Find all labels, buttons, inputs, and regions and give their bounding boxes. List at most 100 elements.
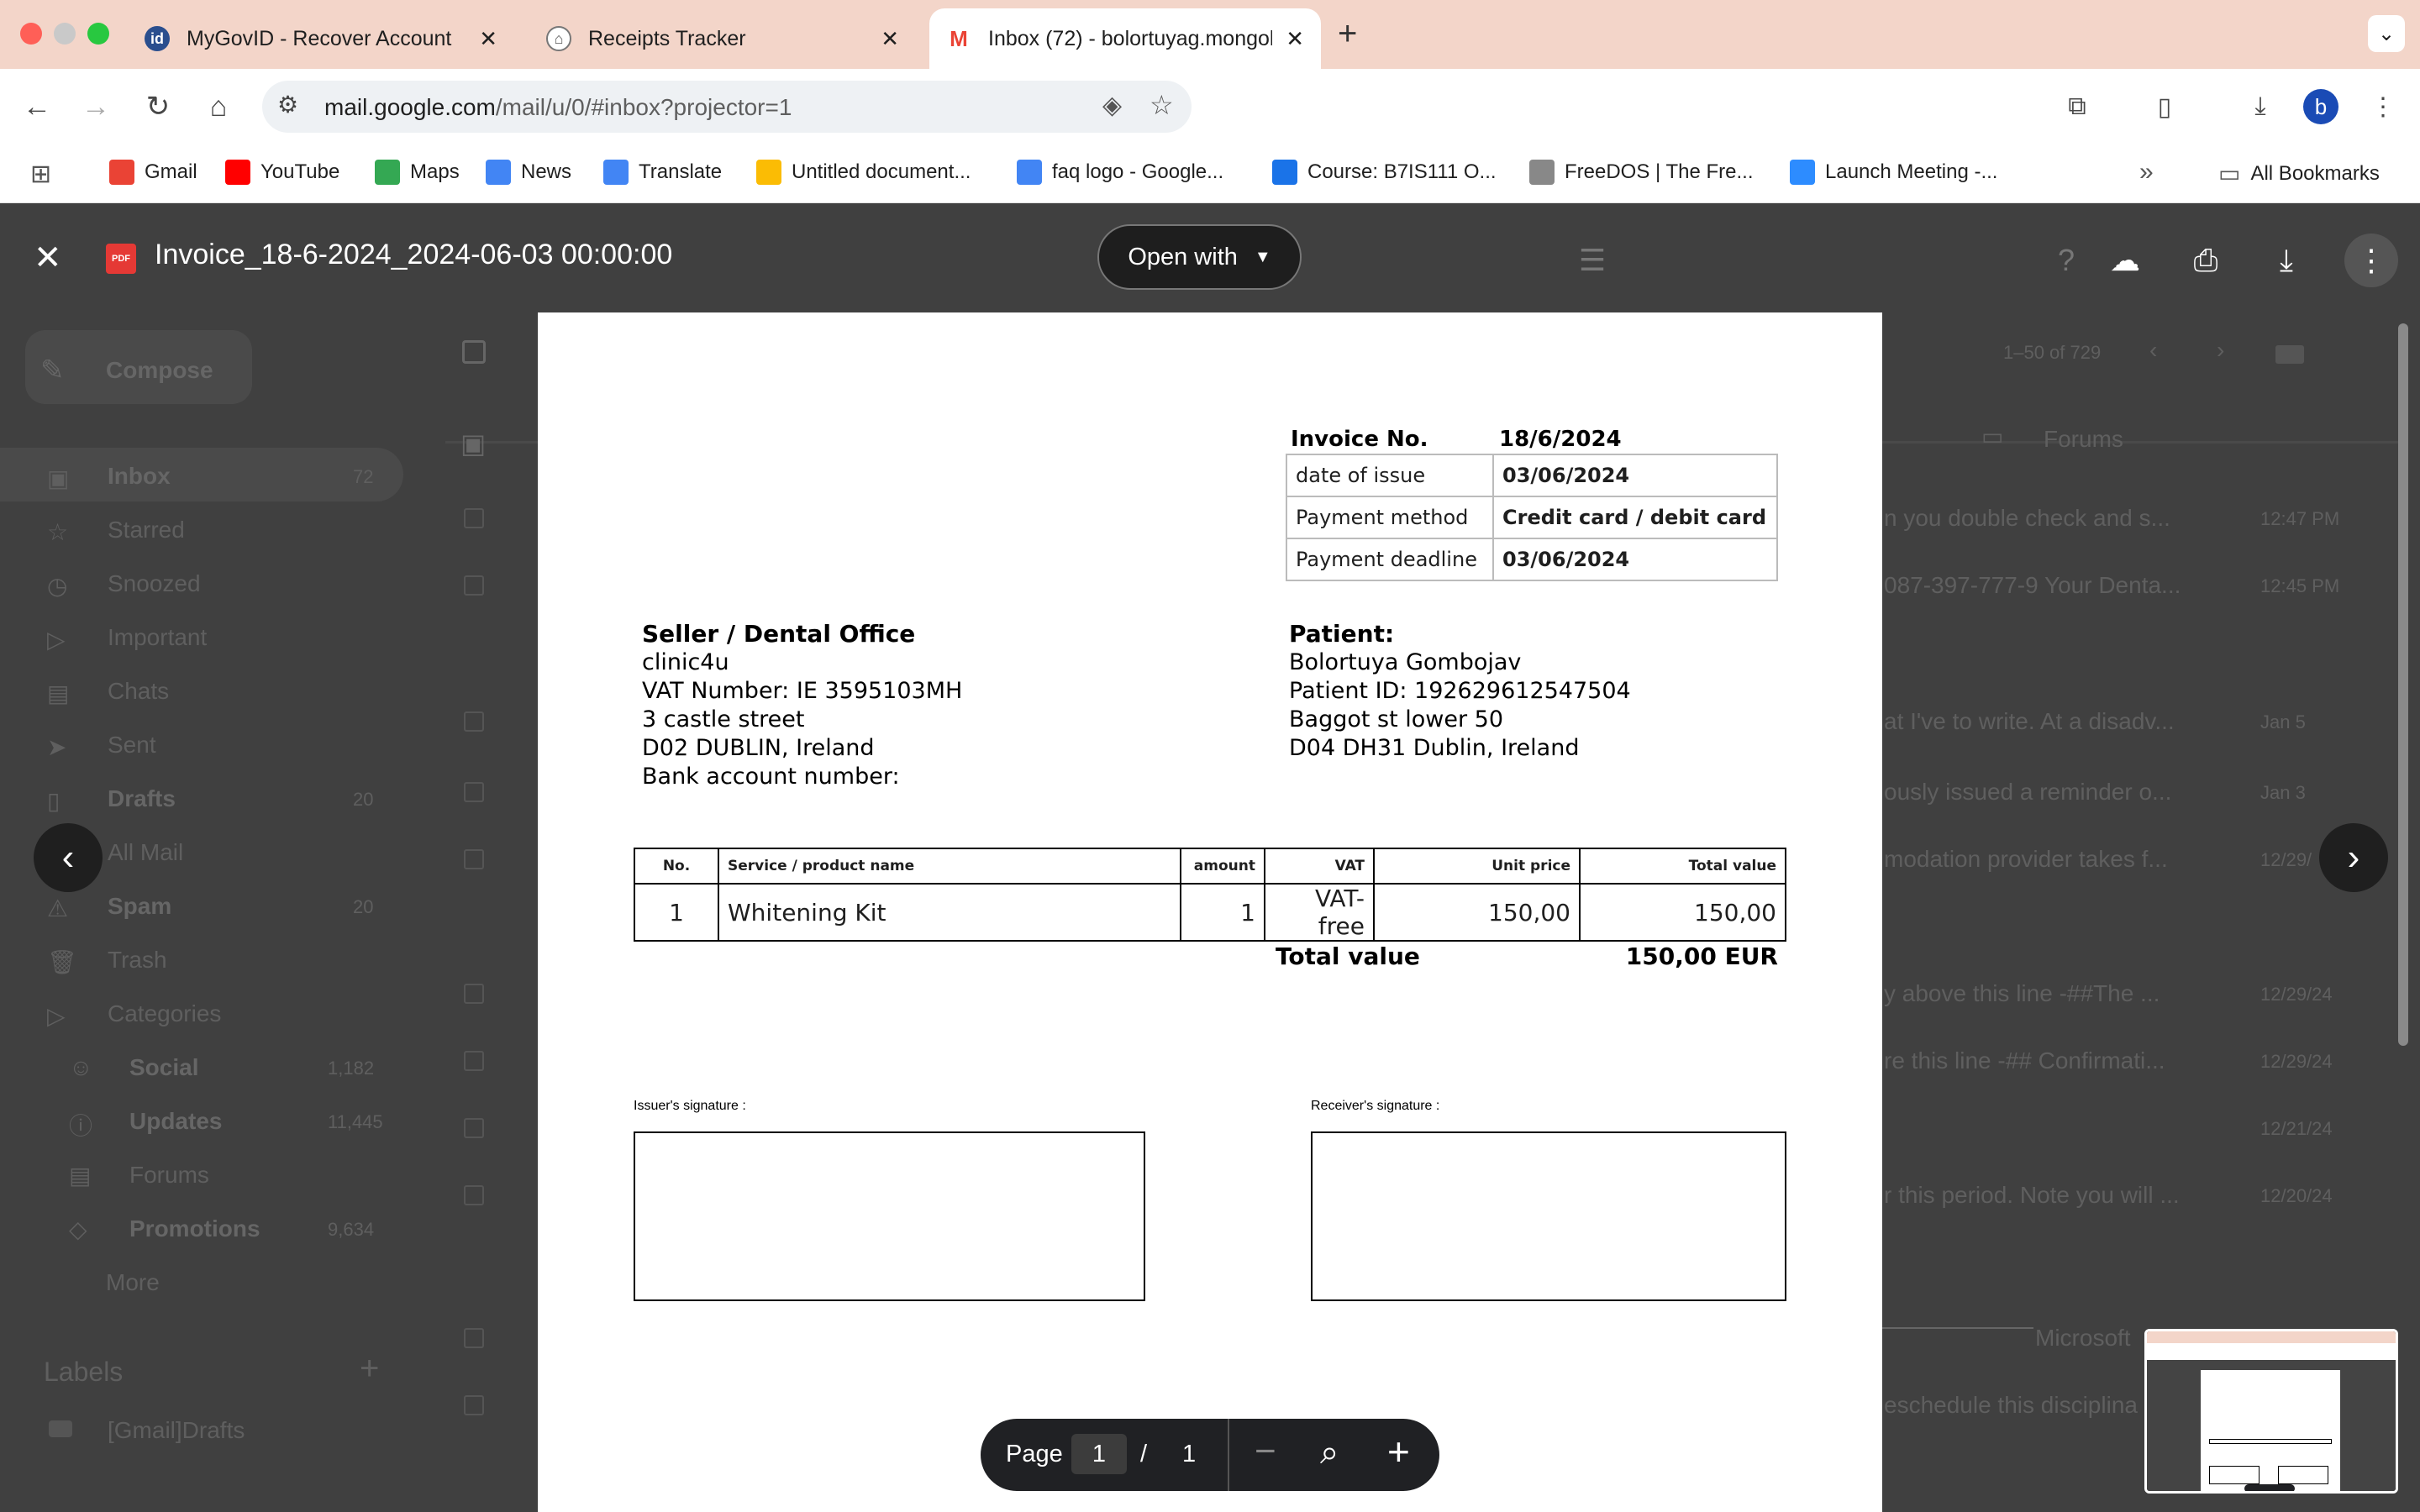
add-to-drive-icon[interactable]: ☁ (2104, 239, 2146, 281)
nav-item-chats[interactable]: Chats (108, 678, 169, 705)
nav-item-categories[interactable]: Categories (108, 1000, 221, 1027)
nav-item-important[interactable]: Important (108, 624, 207, 651)
maximize-window-button[interactable] (87, 23, 109, 45)
browser-menu-icon[interactable]: ⋮ (2363, 87, 2403, 127)
bookmark-item[interactable]: faq logo - Google... (1017, 160, 1223, 185)
close-window-button[interactable] (20, 23, 42, 45)
category-social[interactable]: Social (129, 1054, 198, 1081)
reload-icon[interactable]: ↻ (138, 87, 178, 127)
tab-search-chevron-down-icon[interactable]: ⌄ (2368, 15, 2405, 52)
forums-tab-icon[interactable]: ▭ (1981, 423, 2003, 450)
nav-item-all-mail[interactable]: All Mail (108, 839, 183, 866)
site-info-icon[interactable]: ⚙ (277, 91, 298, 118)
bookmark-item[interactable]: Maps (375, 160, 460, 185)
zoom-in-icon[interactable]: + (1387, 1429, 1410, 1474)
browser-tab-gmail[interactable]: M Inbox (72) - bolortuyag.mongolia@gmail… (929, 8, 1321, 69)
browser-tab-receipts[interactable]: ⌂ Receipts Tracker ✕ (529, 8, 916, 69)
row-checkbox[interactable] (464, 849, 484, 869)
primary-tab-icon[interactable]: ▣ (460, 428, 486, 459)
email-snippet[interactable]: modation provider takes f... (1884, 846, 2168, 873)
nav-more[interactable]: More (106, 1269, 160, 1296)
more-bookmarks-icon[interactable]: » (2139, 158, 2154, 186)
close-tab-icon[interactable]: ✕ (1286, 26, 1304, 52)
viewer-scrollbar[interactable] (2398, 323, 2408, 1046)
row-checkbox[interactable] (464, 1051, 484, 1071)
nav-item-inbox[interactable]: Inbox (108, 463, 171, 490)
apps-grid-icon[interactable]: ⊞ (30, 160, 51, 189)
all-bookmarks-button[interactable]: ▭ All Bookmarks (2218, 160, 2380, 187)
next-file-chevron-right-icon[interactable]: › (2319, 823, 2388, 892)
category-promotions[interactable]: Promotions (129, 1215, 260, 1242)
home-icon[interactable]: ⌂ (198, 87, 239, 127)
next-page-icon[interactable]: › (2217, 337, 2224, 364)
bookmark-item[interactable]: Translate (603, 160, 722, 185)
extensions-icon[interactable]: ⧉ (2057, 87, 2097, 127)
email-snippet[interactable]: Microsoft (2035, 1325, 2131, 1352)
row-checkbox[interactable] (464, 1395, 484, 1415)
prev-page-icon[interactable]: ‹ (2149, 337, 2157, 364)
row-checkbox[interactable] (464, 711, 484, 732)
category-forums[interactable]: Forums (129, 1162, 209, 1189)
email-snippet[interactable]: eschedule this disciplina (1884, 1392, 2138, 1419)
category-updates[interactable]: Updates (129, 1108, 222, 1135)
profile-avatar[interactable]: b (2301, 87, 2341, 127)
lens-icon[interactable]: ◈ (1102, 91, 1122, 120)
nav-item-snoozed[interactable]: Snoozed (108, 570, 201, 597)
row-checkbox[interactable] (464, 508, 484, 528)
input-tools-icon[interactable] (2275, 345, 2304, 364)
bookmark-item[interactable]: Course: B7IS111 O... (1272, 160, 1497, 185)
email-snippet[interactable]: n you double check and s... (1884, 505, 2170, 532)
bookmark-item[interactable]: Launch Meeting -... (1790, 160, 1997, 185)
screen-thumbnail[interactable] (2144, 1329, 2398, 1494)
browser-tab-mygovid[interactable]: id MyGovID - Recover Account ✕ (128, 8, 514, 69)
label-item[interactable]: [Gmail]Drafts (108, 1417, 245, 1444)
email-snippet[interactable]: at I've to write. At a disadv... (1884, 708, 2175, 735)
back-arrow-icon[interactable]: ← (17, 87, 57, 127)
tab-forums[interactable]: Forums (2044, 426, 2123, 453)
row-checkbox[interactable] (464, 984, 484, 1004)
bookmark-item[interactable]: FreeDOS | The Fre... (1529, 160, 1754, 185)
previous-file-chevron-left-icon[interactable]: ‹ (34, 823, 103, 892)
adjust-sliders-icon[interactable]: ☰ (1571, 239, 1613, 281)
email-snippet[interactable]: re this line -## Confirmati... (1884, 1047, 2165, 1074)
close-tab-icon[interactable]: ✕ (881, 26, 899, 52)
compose-button[interactable]: Compose (106, 357, 213, 384)
bookmark-item[interactable]: YouTube (225, 160, 339, 185)
nav-item-trash[interactable]: Trash (108, 947, 167, 974)
row-checkbox[interactable] (464, 1185, 484, 1205)
email-snippet[interactable]: ously issued a reminder o... (1884, 779, 2171, 806)
add-label-icon[interactable]: + (360, 1350, 379, 1388)
close-viewer-icon[interactable]: ✕ (34, 239, 62, 277)
bookmark-item[interactable]: News (486, 160, 571, 185)
select-all-checkbox[interactable] (462, 340, 486, 364)
new-tab-button[interactable]: + (1338, 15, 1357, 53)
close-tab-icon[interactable]: ✕ (479, 26, 497, 52)
nav-item-drafts[interactable]: Drafts (108, 785, 176, 812)
minimize-window-button[interactable] (54, 23, 76, 45)
reading-mode-icon[interactable]: ▯ (2144, 87, 2185, 127)
email-snippet[interactable]: 087-397-777-9 Your Denta... (1884, 572, 2181, 599)
download-file-icon[interactable]: ⤓ (2265, 239, 2307, 281)
download-icon[interactable]: ⤓ (2240, 87, 2281, 127)
url-text[interactable]: mail.google.com/mail/u/0/#inbox?projecto… (324, 94, 792, 121)
help-icon[interactable]: ? (2045, 239, 2087, 281)
row-checkbox[interactable] (464, 782, 484, 802)
row-checkbox[interactable] (464, 1328, 484, 1348)
nav-item-spam[interactable]: Spam (108, 893, 171, 920)
email-snippet[interactable]: r this period. Note you will ... (1884, 1182, 2180, 1209)
row-checkbox[interactable] (464, 575, 484, 596)
address-bar[interactable]: ⚙ mail.google.com/mail/u/0/#inbox?projec… (262, 81, 1192, 133)
forward-arrow-icon[interactable]: → (76, 87, 116, 127)
nav-item-starred[interactable]: Starred (108, 517, 185, 543)
bookmark-item[interactable]: Gmail (109, 160, 197, 185)
open-with-button[interactable]: Open with ▼ (1097, 224, 1302, 290)
print-icon[interactable]: ⎙ (2185, 239, 2227, 281)
bookmark-star-icon[interactable]: ☆ (1150, 89, 1174, 121)
zoom-magnifier-icon[interactable]: ⌕ (1320, 1434, 1339, 1472)
zoom-out-icon[interactable]: − (1255, 1431, 1276, 1473)
nav-item-sent[interactable]: Sent (108, 732, 156, 759)
bookmark-item[interactable]: Untitled document... (756, 160, 971, 185)
email-snippet[interactable]: y above this line -##The ... (1884, 980, 2160, 1007)
page-number-input[interactable]: 1 (1071, 1434, 1127, 1474)
row-checkbox[interactable] (464, 1118, 484, 1138)
